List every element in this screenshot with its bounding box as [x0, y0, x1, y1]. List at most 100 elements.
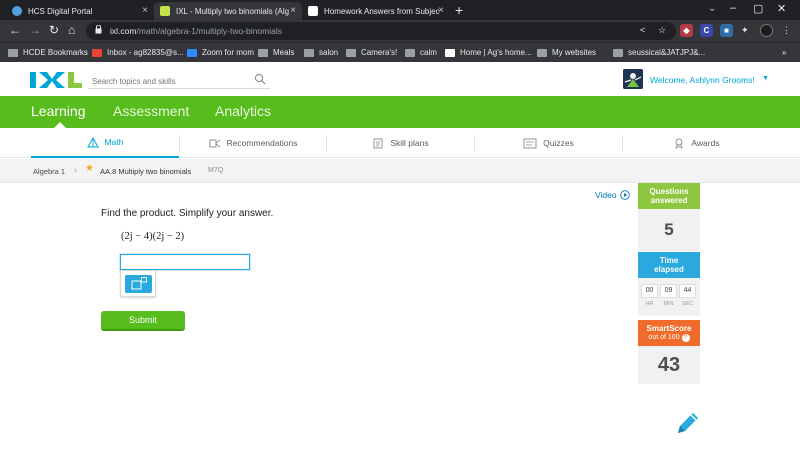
- account-dropdown-icon[interactable]: ▼: [762, 75, 769, 82]
- tab-title: IXL - Multiply two binomials (Alg: [176, 6, 290, 16]
- lock-icon[interactable]: [95, 25, 102, 34]
- bookmark-hcde[interactable]: HCDE Bookmarks: [8, 48, 88, 57]
- close-window-icon[interactable]: ✕: [777, 2, 786, 15]
- smartscore-value: 43: [657, 353, 681, 376]
- tab-awards[interactable]: Awards: [623, 128, 770, 158]
- welcome-message[interactable]: Welcome, Ashlynn Grooms!: [650, 75, 755, 85]
- timer-hours-label: HR: [645, 301, 654, 307]
- bookmark-calm[interactable]: calm: [405, 48, 437, 57]
- close-icon[interactable]: ×: [290, 5, 296, 16]
- browser-tab-hcs[interactable]: HCS Digital Portal ×: [6, 2, 154, 20]
- quizzes-icon: [523, 138, 537, 148]
- browser-toolbar: ← → ↻ ⌂ ixl.com/math/algebra-1/multiply-…: [0, 20, 800, 42]
- browser-tab-ixl[interactable]: IXL - Multiply two binomials (Alg ×: [154, 2, 302, 20]
- bookmark-salon[interactable]: salon: [304, 48, 338, 57]
- questions-answered-count: 5: [664, 220, 674, 239]
- avatar-figure-icon: [623, 69, 643, 89]
- question-expression: (2j − 4)(2j − 2): [121, 231, 185, 242]
- tab-math[interactable]: Math: [31, 128, 179, 158]
- bookmark-meals[interactable]: Meals: [258, 48, 294, 57]
- reload-icon[interactable]: ↻: [49, 23, 59, 37]
- main-nav: Learning Assessment Analytics: [0, 96, 800, 128]
- chevron-right-icon: ›: [74, 165, 77, 175]
- folder-icon: [537, 48, 547, 57]
- topic-search[interactable]: [88, 71, 270, 90]
- home-icon[interactable]: ⌂: [68, 23, 75, 37]
- pencil-icon[interactable]: [674, 409, 702, 437]
- folder-icon: [405, 48, 415, 57]
- math-keypad-button[interactable]: [120, 270, 156, 297]
- help-icon[interactable]: ?: [681, 334, 690, 342]
- recommendations-icon: [209, 139, 220, 147]
- timer-seconds: 44: [679, 284, 696, 298]
- folder-icon: [346, 48, 356, 57]
- time-elapsed-box: 00 09 44 HR MIN SEC: [638, 278, 700, 316]
- bookmark-seussical[interactable]: seussical&JATJPJ&...: [613, 48, 705, 57]
- smartscore-box: 43: [638, 346, 700, 384]
- breadcrumb: Algebra 1 › ★ AA.8 Multiply two binomial…: [0, 159, 800, 183]
- bookmark-camera[interactable]: Camera's!: [346, 48, 397, 57]
- submit-button[interactable]: Submit: [101, 311, 185, 331]
- math-triangle-icon: [86, 136, 99, 147]
- close-icon[interactable]: ×: [438, 5, 444, 16]
- timer-seconds-label: SEC: [681, 301, 694, 307]
- tab-title: Homework Answers from Subjec: [324, 6, 440, 16]
- tab-label: Recommendations: [226, 138, 298, 148]
- bookmark-star-icon[interactable]: ☆: [658, 25, 666, 36]
- smartscore-header: SmartScore out of 100?: [638, 320, 700, 346]
- folder-icon: [304, 48, 314, 57]
- share-icon[interactable]: <: [640, 25, 645, 35]
- extension-blue-icon[interactable]: ■: [720, 24, 733, 37]
- time-elapsed-header: Time elapsed: [638, 252, 700, 278]
- nav-learning[interactable]: Learning: [31, 103, 86, 119]
- bookmark-my-websites[interactable]: My websites: [537, 48, 596, 57]
- search-icon[interactable]: [254, 73, 266, 85]
- ixl-logo[interactable]: [30, 69, 82, 91]
- ixl-favicon-icon: [160, 6, 170, 16]
- tab-recommendations[interactable]: Recommendations: [180, 128, 326, 158]
- questions-answered-header: Questions answered: [638, 183, 700, 209]
- bookmark-home[interactable]: Home | Ag's home...: [445, 48, 532, 57]
- extension-c-icon[interactable]: C: [700, 24, 713, 37]
- close-icon[interactable]: ×: [142, 5, 148, 16]
- tab-label: Skill plans: [390, 138, 429, 148]
- nav-analytics[interactable]: Analytics: [215, 103, 271, 119]
- avatar[interactable]: [623, 69, 643, 89]
- ixl-header: Welcome, Ashlynn Grooms! ▼: [0, 62, 800, 96]
- answer-input[interactable]: [120, 254, 250, 270]
- star-icon: ★: [85, 163, 94, 174]
- puzzle-icon[interactable]: ✦: [741, 25, 749, 36]
- folder-icon: [8, 48, 18, 57]
- tab-quizzes[interactable]: Quizzes: [475, 128, 622, 158]
- bookmark-zoom[interactable]: Zoom for mom: [187, 48, 254, 57]
- breadcrumb-parent-link[interactable]: Algebra 1: [33, 167, 65, 176]
- search-input[interactable]: [88, 73, 238, 90]
- gmail-icon: [92, 48, 102, 57]
- profile-icon[interactable]: [760, 24, 773, 37]
- back-icon[interactable]: ←: [9, 23, 21, 37]
- bookmark-inbox[interactable]: Inbox - ag82835@s...: [92, 48, 184, 57]
- folder-icon: [613, 48, 623, 57]
- bookmarks-more-button[interactable]: »: [782, 48, 786, 57]
- tab-label: Math: [104, 137, 124, 147]
- tab-title: HCS Digital Portal: [28, 6, 93, 16]
- tab-label: Quizzes: [543, 138, 574, 148]
- timer-minutes: 09: [660, 284, 677, 298]
- video-button[interactable]: Video: [595, 190, 630, 200]
- extension-icon[interactable]: ◆: [680, 24, 693, 37]
- maximize-icon[interactable]: ▢: [753, 2, 763, 15]
- exponent-icon: [125, 275, 152, 293]
- forward-icon[interactable]: →: [29, 23, 41, 37]
- skill-title: AA.8 Multiply two binomials: [100, 167, 192, 176]
- tab-skill-plans[interactable]: Skill plans: [327, 128, 474, 158]
- browser-tab-homework[interactable]: Homework Answers from Subjec ×: [302, 2, 450, 20]
- new-tab-button[interactable]: +: [455, 2, 463, 18]
- nav-assessment[interactable]: Assessment: [113, 103, 189, 119]
- menu-icon[interactable]: ⋮: [782, 25, 791, 36]
- url-text[interactable]: ixl.com/math/algebra-1/multiply-two-bino…: [110, 26, 282, 36]
- skill-code: M7Q: [208, 167, 224, 174]
- minimize-icon[interactable]: –: [730, 2, 736, 14]
- bookmarks-bar: HCDE Bookmarks Inbox - ag82835@s... Zoom…: [0, 42, 800, 62]
- tab-search-icon[interactable]: ⌄: [708, 3, 716, 14]
- skill-plans-icon: [373, 138, 383, 148]
